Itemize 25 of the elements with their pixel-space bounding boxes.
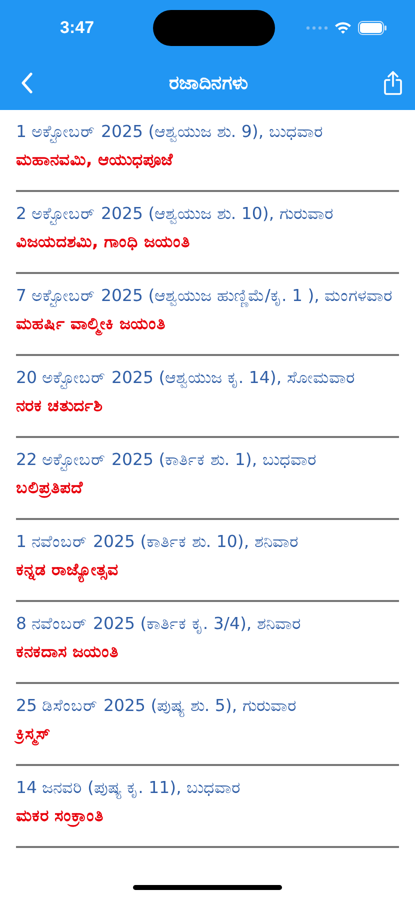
page-title: ರಜಾದಿನಗಳು xyxy=(169,72,248,94)
status-time: 3:47 xyxy=(60,18,94,38)
holiday-date: 14 ಜನವರಿ (ಪುಷ್ಯ ಕೃ. 11), ಬುಧವಾರ xyxy=(16,777,242,801)
holiday-name: ಕನ್ನಡ ರಾಜ್ಯೋತ್ಸವ xyxy=(16,556,399,584)
holiday-name: ಬಲಿಪ್ರತಿಪದೆ xyxy=(16,477,84,500)
holiday-name: ನರಕ ಚತುರ್ದಶಿ xyxy=(16,395,104,417)
share-icon[interactable] xyxy=(383,70,403,96)
holiday-name: ವಿಜಯದಶಮಿ, ಗಾಂಧಿ ಜಯಂತಿ xyxy=(16,231,191,253)
holiday-name: ಕ್ರಿಸ್ಮಸ್ xyxy=(16,720,399,748)
battery-icon xyxy=(358,20,387,34)
holiday-date: 7 ಅಕ್ಟೋಬರ್ 2025 (ಆಶ್ವಯುಜ ಹುಣ್ಣಿಮೆ/ಕೃ. 1 ), ಮಂಗಳವಾರ xyxy=(16,285,394,309)
holiday-date: 22 ಅಕ್ಟೋಬರ್ 2025 (ಕಾರ್ತಿಕ ಶು. 1), ಬುಧವಾರ xyxy=(16,449,318,473)
holiday-name: ಕನಕದಾಸ ಜಯಂತಿ xyxy=(16,641,120,663)
wifi-icon xyxy=(334,21,352,34)
holiday-name: ಮಹರ್ಷಿ ವಾಲ್ಮೀಕಿ ಜಯಂತಿ xyxy=(16,310,399,338)
holiday-date: 2 ಅಕ್ಟೋಬರ್ 2025 (ಆಶ್ವಯುಜ ಶು. 10), ಗುರುವಾರ xyxy=(16,203,334,227)
holiday-date: 8 ನವೆಂಬರ್ 2025 (ಕಾರ್ತಿಕ ಕೃ. 3/4), ಶನಿವಾರ xyxy=(16,613,302,636)
holiday-date: 1 ನವೆಂಬರ್ 2025 (ಕಾರ್ತಿಕ ಶು. 10), ಶನಿವಾರ xyxy=(16,531,300,553)
holiday-name: ಮಹಾನವಮಿ, ಆಯುಧಪೂಜೆ xyxy=(16,149,174,171)
signal-icon xyxy=(306,26,328,30)
holiday-name: ಮಕರ ಸಂಕ್ರಾಂತಿ xyxy=(16,805,105,829)
back-icon[interactable] xyxy=(20,72,34,94)
holiday-date: 1 ಅಕ್ಟೋಬರ್ 2025 (ಆಶ್ವಯುಜ ಶು. 9), ಬುಧವಾರ xyxy=(16,121,324,145)
holiday-date: 20 ಅಕ್ಟೋಬರ್ 2025 (ಆಶ್ವಯುಜ ಕೃ. 14), ಸೋಮವಾರ xyxy=(16,367,356,391)
holiday-date: 25 ಡಿಸೆಂಬರ್ 2025 (ಪುಷ್ಯ ಶು. 5), ಗುರುವಾರ xyxy=(16,695,298,719)
